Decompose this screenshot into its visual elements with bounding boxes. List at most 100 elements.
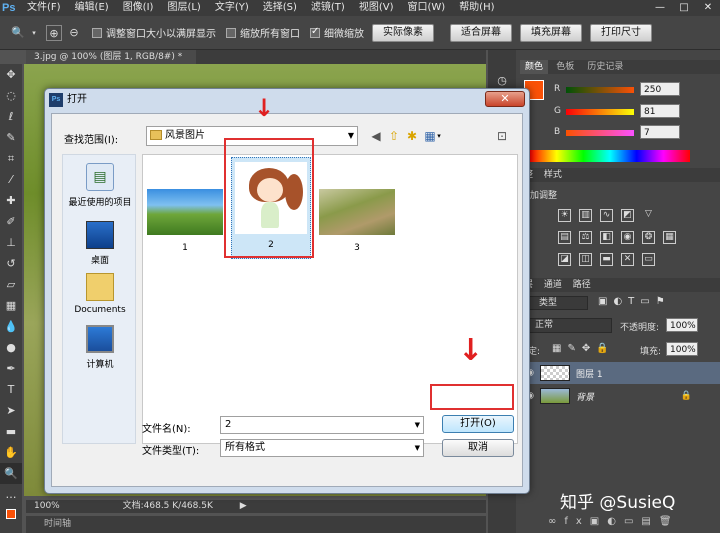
chevron-down-icon[interactable]: ▼ xyxy=(415,417,420,433)
gradient-tool-icon[interactable]: ▦ xyxy=(0,295,22,316)
chevron-down-icon[interactable]: ▼ xyxy=(415,440,420,456)
tab-history[interactable]: 历史记录 xyxy=(582,60,628,74)
layer-kind-filter[interactable]: 类型 xyxy=(528,296,588,310)
eraser-tool-icon[interactable]: ▱ xyxy=(0,274,22,295)
open-button[interactable]: 打开(O) xyxy=(442,415,514,433)
channel-mixer-icon[interactable]: ❂ xyxy=(642,230,655,244)
invert-icon[interactable]: ◪ xyxy=(558,252,571,266)
hue-saturation-icon[interactable]: ▤ xyxy=(558,230,571,244)
actual-pixels-button[interactable]: 实际像素 xyxy=(372,23,434,42)
menu-edit[interactable]: 编辑(E) xyxy=(68,0,116,16)
blend-mode-select[interactable]: 正常 xyxy=(528,318,612,333)
b-value-field[interactable]: 7 xyxy=(640,125,680,139)
crop-tool-icon[interactable]: ⌗ xyxy=(0,148,22,169)
selective-color-icon[interactable]: ✕ xyxy=(621,252,634,266)
up-folder-icon[interactable]: ⇧ xyxy=(386,128,402,144)
eyedropper-tool-icon[interactable]: ⁄ xyxy=(0,169,22,190)
vibrance-icon[interactable]: ▽ xyxy=(642,209,655,222)
tab-color[interactable]: 颜色 xyxy=(520,60,549,74)
restore-button[interactable]: □ xyxy=(672,0,696,16)
minimize-button[interactable]: — xyxy=(648,0,672,16)
opacity-field[interactable]: 100% xyxy=(666,318,698,332)
lasso-tool-icon[interactable]: ℓ xyxy=(0,106,22,127)
menu-window[interactable]: 窗口(W) xyxy=(400,0,452,16)
menu-filter[interactable]: 滤镜(T) xyxy=(304,0,352,16)
r-slider[interactable] xyxy=(566,87,634,93)
clone-stamp-tool-icon[interactable]: ⊥ xyxy=(0,232,22,253)
pen-tool-icon[interactable]: ✒ xyxy=(0,358,22,379)
zoom-tool-icon[interactable]: 🔍 xyxy=(10,25,26,41)
layer-row[interactable]: ◉ 背景 🔒 xyxy=(520,385,720,407)
curves-icon[interactable]: ∿ xyxy=(600,208,613,222)
shape-tool-icon[interactable]: ▬ xyxy=(0,421,22,442)
timeline-panel-label[interactable]: 时间轴 xyxy=(26,516,486,533)
move-tool-icon[interactable]: ✥ xyxy=(0,64,22,85)
quick-select-tool-icon[interactable]: ✎ xyxy=(0,127,22,148)
dodge-tool-icon[interactable]: ● xyxy=(0,337,22,358)
place-computer[interactable]: 计算机 xyxy=(63,325,137,370)
menu-type[interactable]: 文字(Y) xyxy=(208,0,256,16)
menu-layer[interactable]: 图层(L) xyxy=(160,0,207,16)
color-swatches-icon[interactable] xyxy=(0,505,22,526)
fit-screen-button[interactable]: 适合屏幕 xyxy=(450,23,512,42)
g-value-field[interactable]: 81 xyxy=(640,104,680,118)
exposure-icon[interactable]: ◩ xyxy=(621,208,634,222)
filename-input[interactable]: 2 ▼ xyxy=(220,416,424,434)
zoom-tool-icon[interactable]: 🔍 xyxy=(0,463,22,484)
scrubby-zoom-checkbox[interactable]: 细微缩放 xyxy=(310,25,364,40)
place-recent[interactable]: ▤ 最近使用的项目 xyxy=(63,163,137,208)
brush-tool-icon[interactable]: ✐ xyxy=(0,211,22,232)
g-slider[interactable] xyxy=(566,109,634,115)
dialog-close-button[interactable]: ✕ xyxy=(485,91,525,107)
tab-channels[interactable]: 通道 xyxy=(536,280,562,290)
color-balance-icon[interactable]: ⚖ xyxy=(579,230,592,244)
preview-icon[interactable]: ⊡ xyxy=(494,128,510,144)
menu-image[interactable]: 图像(I) xyxy=(116,0,161,16)
filetype-select[interactable]: 所有格式 ▼ xyxy=(220,439,424,457)
fill-field[interactable]: 100% xyxy=(666,342,698,356)
place-desktop[interactable]: 桌面 xyxy=(63,221,137,266)
new-folder-icon[interactable]: ✱ xyxy=(404,128,420,144)
chevron-down-icon[interactable]: ▼ xyxy=(345,126,357,146)
color-lookup-icon[interactable]: ▦ xyxy=(663,230,676,244)
document-tab[interactable]: 3.jpg @ 100% (图层 1, RGB/8#) * xyxy=(26,50,196,64)
more-tools-icon[interactable]: … xyxy=(0,484,22,505)
menu-view[interactable]: 视图(V) xyxy=(352,0,401,16)
gradient-map-icon[interactable]: ▭ xyxy=(642,252,655,266)
tab-paths[interactable]: 路径 xyxy=(565,280,591,290)
cancel-button[interactable]: 取消 xyxy=(442,439,514,457)
hand-tool-icon[interactable]: ✋ xyxy=(0,442,22,463)
posterize-icon[interactable]: ◫ xyxy=(579,252,592,266)
history-brush-tool-icon[interactable]: ↺ xyxy=(0,253,22,274)
threshold-icon[interactable]: ▬ xyxy=(600,252,613,266)
marquee-tool-icon[interactable]: ◌ xyxy=(0,85,22,106)
status-menu-arrow-icon[interactable]: ▶ xyxy=(216,501,247,511)
view-menu-chevron-icon[interactable]: ▾ xyxy=(434,128,444,144)
print-size-button[interactable]: 打印尺寸 xyxy=(590,23,652,42)
menu-help[interactable]: 帮助(H) xyxy=(452,0,501,16)
blur-tool-icon[interactable]: 💧 xyxy=(0,316,22,337)
zoom-in-icon[interactable]: ⊕ xyxy=(46,24,62,41)
menu-file[interactable]: 文件(F) xyxy=(20,0,68,16)
zoom-out-icon[interactable]: ⊖ xyxy=(66,25,82,41)
layer-row[interactable]: ◉ 图层 1 xyxy=(520,362,720,384)
close-button[interactable]: ✕ xyxy=(696,0,720,16)
r-value-field[interactable]: 250 xyxy=(640,82,680,96)
black-white-icon[interactable]: ◧ xyxy=(600,230,613,244)
zoom-all-checkbox[interactable]: 缩放所有窗口 xyxy=(226,25,300,40)
fill-screen-button[interactable]: 填充屏幕 xyxy=(520,23,582,42)
file-item[interactable]: 1 xyxy=(145,189,225,253)
file-item[interactable]: 3 xyxy=(317,189,397,253)
path-select-tool-icon[interactable]: ➤ xyxy=(0,400,22,421)
healing-brush-tool-icon[interactable]: ✚ xyxy=(0,190,22,211)
zoom-level[interactable]: 100% xyxy=(26,501,60,511)
type-tool-icon[interactable]: T xyxy=(0,379,22,400)
back-icon[interactable]: ◀ xyxy=(368,128,384,144)
photo-filter-icon[interactable]: ◉ xyxy=(621,230,634,244)
menu-select[interactable]: 选择(S) xyxy=(256,0,304,16)
levels-icon[interactable]: ▥ xyxy=(579,208,592,222)
brightness-icon[interactable]: ☀ xyxy=(558,208,571,222)
tab-swatches[interactable]: 色板 xyxy=(551,60,579,74)
tool-preset-dropdown-icon[interactable]: ▾ xyxy=(30,25,38,41)
tab-styles[interactable]: 样式 xyxy=(536,170,562,180)
